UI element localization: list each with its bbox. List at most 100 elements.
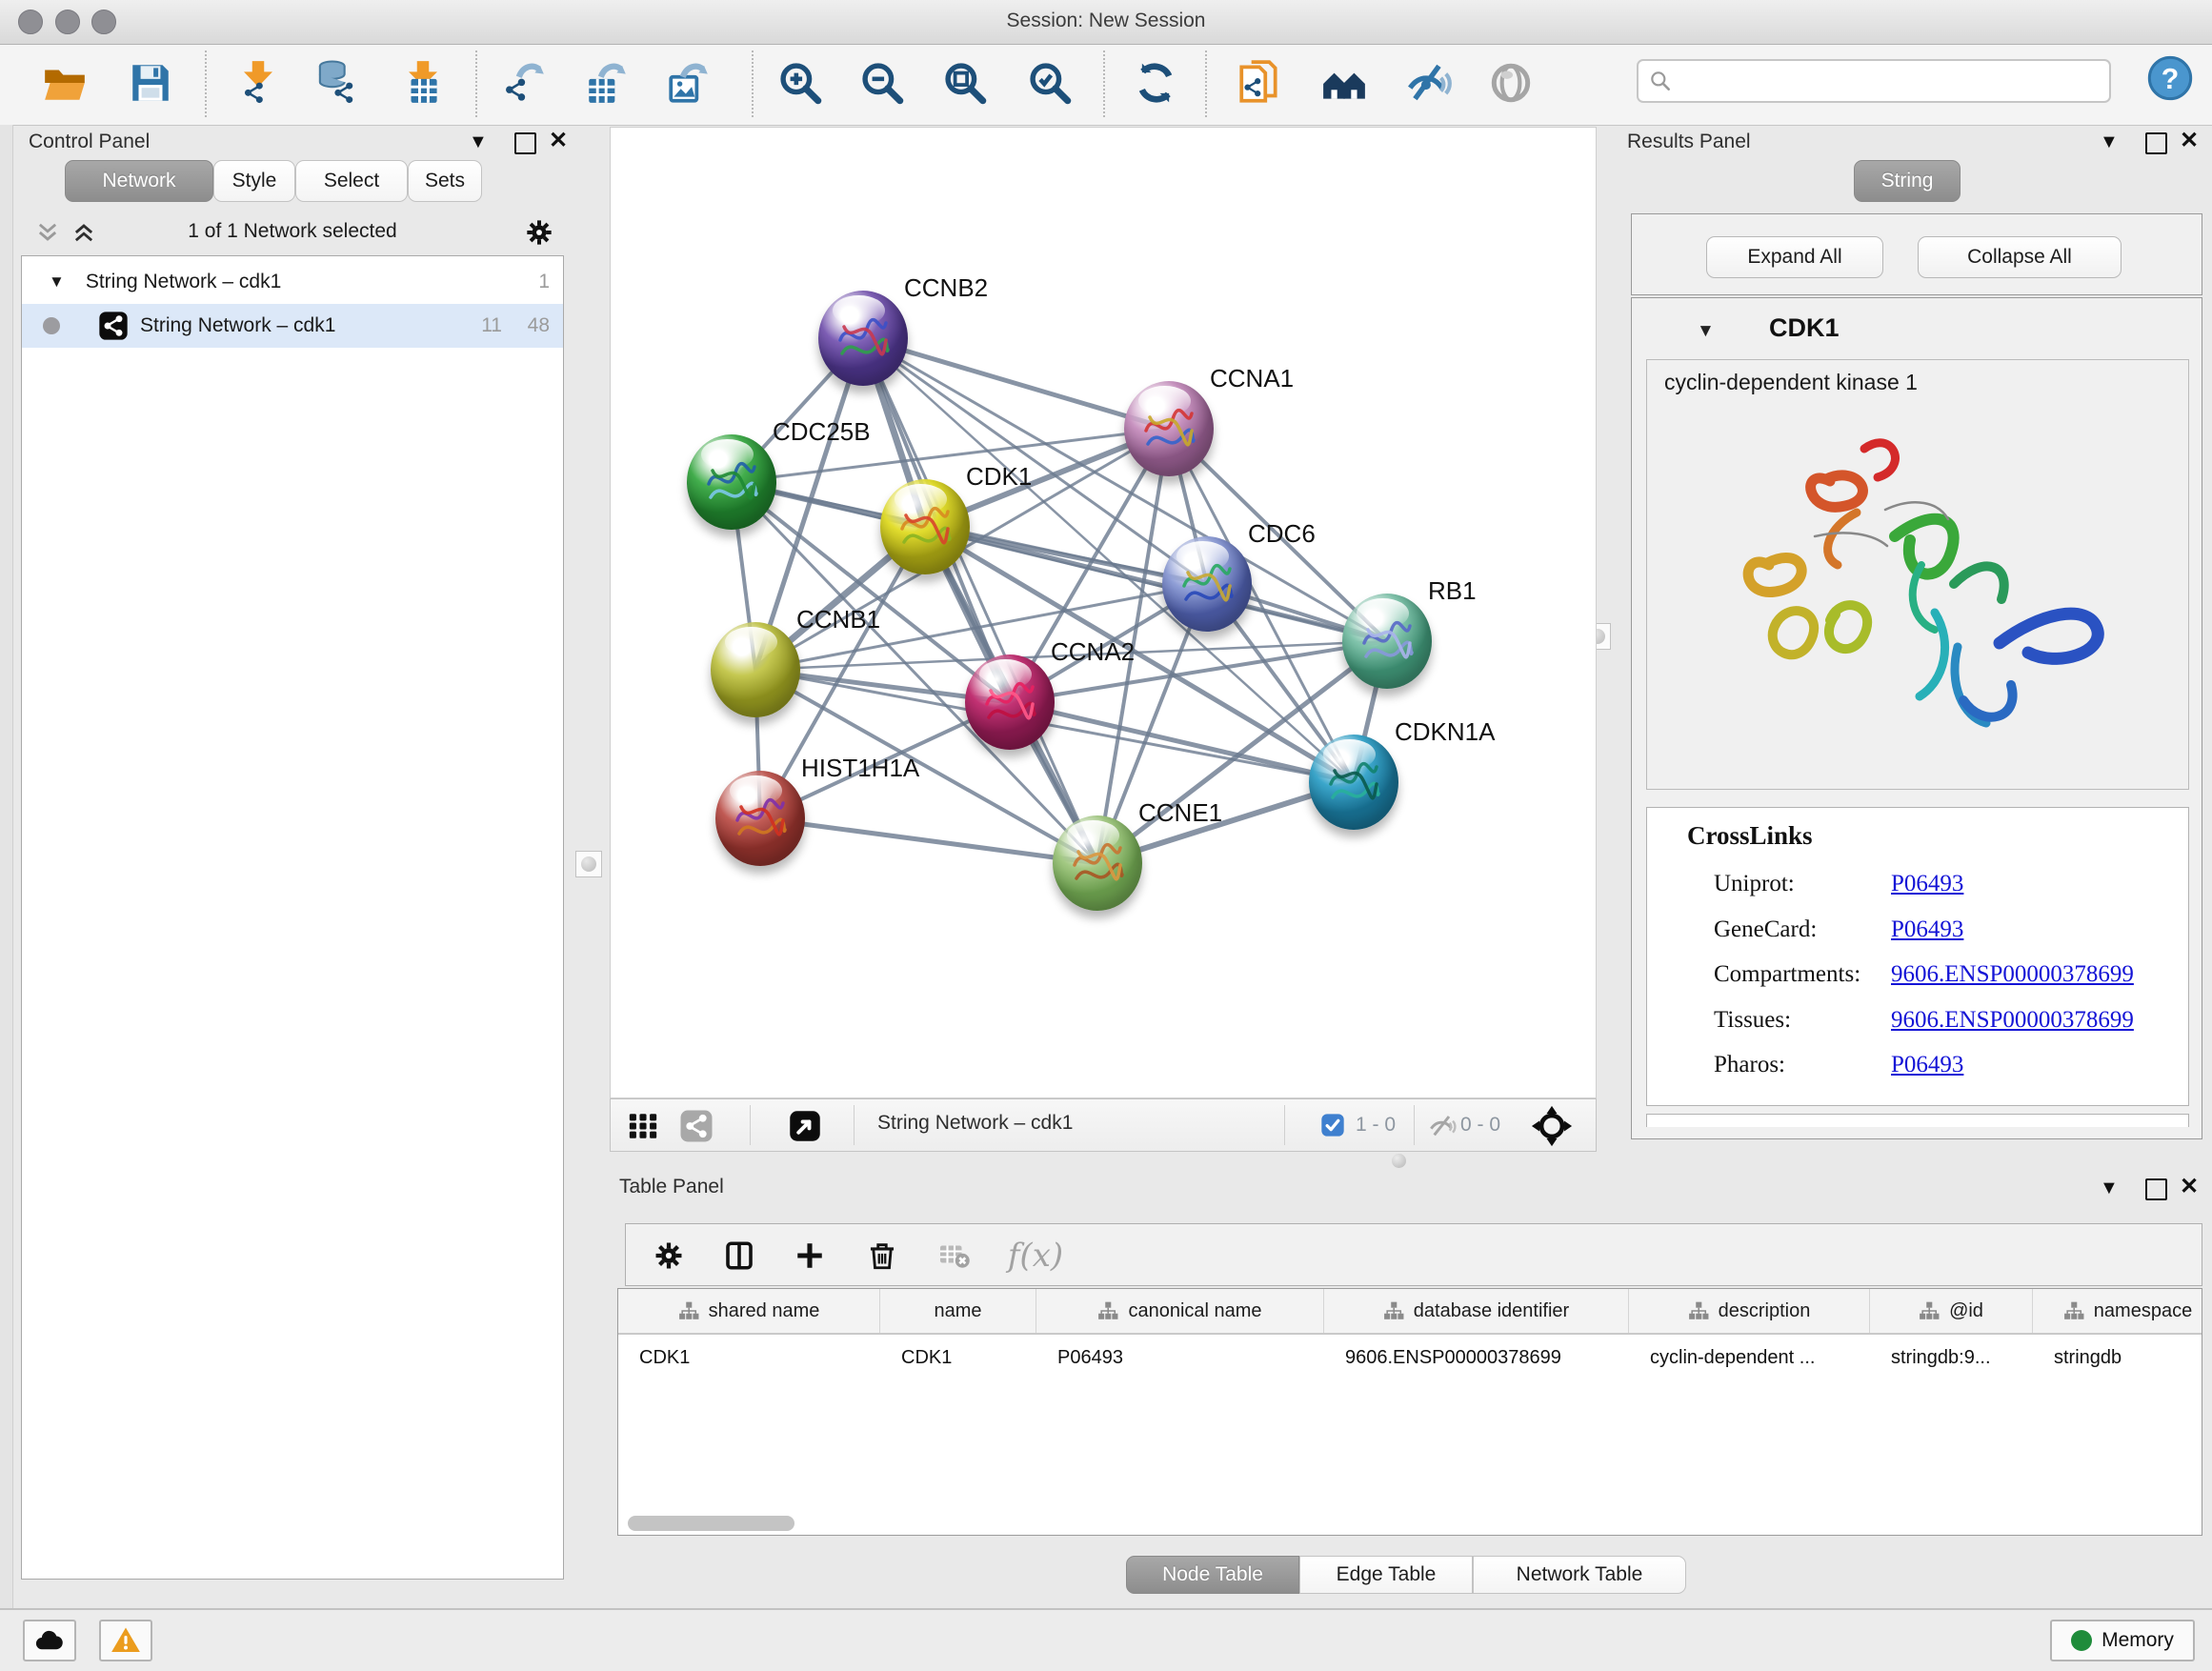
search-input[interactable] (1682, 66, 2109, 96)
control-panel-close-icon[interactable]: ✕ (549, 131, 568, 151)
table-panel-close-icon[interactable]: ✕ (2180, 1177, 2199, 1198)
tab-style[interactable]: Style (213, 160, 295, 202)
table-settings-button[interactable] (643, 1234, 694, 1278)
network-node-cdc25b[interactable] (687, 434, 776, 530)
tab-network-table[interactable]: Network Table (1473, 1556, 1686, 1594)
tab-sets[interactable]: Sets (408, 160, 482, 202)
eye-slash-blue-icon (1404, 56, 1452, 110)
collapse-all-button[interactable]: Collapse All (1918, 236, 2122, 278)
crosslink-link[interactable]: P06493 (1891, 871, 1963, 897)
home-button[interactable] (1315, 49, 1374, 117)
presentation-mode-button[interactable] (1481, 49, 1540, 117)
tab-select[interactable]: Select (295, 160, 408, 202)
network-node-rb1[interactable] (1342, 594, 1432, 689)
table-panel-collapse-icon[interactable]: ▼ (2100, 1178, 2119, 1198)
crosslink-link[interactable]: P06493 (1891, 916, 1963, 943)
zoom-in-icon (776, 56, 824, 110)
table-panel-float-icon[interactable] (2145, 1178, 2167, 1200)
refresh-network-button[interactable] (1126, 49, 1185, 117)
network-canvas[interactable]: CCNB2 CCNA1 CDC25B CDK1 CDC6 RB1 CCNB1 C… (610, 127, 1597, 1098)
tree-root-row[interactable]: ▼ String Network – cdk11 (22, 260, 563, 304)
results-panel-collapse-icon[interactable]: ▼ (2100, 131, 2119, 152)
network-node-hist1h1a[interactable] (715, 771, 805, 866)
column-header-id[interactable]: @id (1870, 1289, 2033, 1333)
hidden-eye-slash-icon[interactable] (1426, 1111, 1457, 1141)
expand-all-button[interactable]: Expand All (1706, 236, 1883, 278)
zoom-out-button[interactable] (853, 49, 912, 117)
network-node-cdc6[interactable] (1162, 536, 1252, 632)
table-cell: stringdb (2033, 1339, 2202, 1377)
birdseye-view-icon[interactable] (788, 1109, 822, 1143)
column-header-description[interactable]: description (1629, 1289, 1870, 1333)
export-image-button[interactable] (659, 49, 718, 117)
string-import-button[interactable] (1230, 49, 1289, 117)
add-column-button[interactable] (784, 1234, 835, 1278)
tab-edge-table[interactable]: Edge Table (1299, 1556, 1473, 1594)
tree-collapse-icon[interactable]: ▼ (49, 272, 65, 292)
function-builder-button[interactable]: f(x) (997, 1234, 1074, 1278)
network-node-cdk1[interactable] (880, 479, 970, 574)
node-structure-thumbnail (1140, 402, 1197, 463)
node-structure-thumbnail (703, 455, 760, 516)
cloud-button[interactable] (23, 1620, 76, 1661)
export-table-button[interactable] (577, 49, 636, 117)
zoom-in-button[interactable] (771, 49, 830, 117)
column-header-sharedname[interactable]: shared name (618, 1289, 880, 1333)
left-splitter-handle[interactable] (575, 851, 602, 877)
help-button[interactable]: ? (2145, 53, 2195, 103)
table-hscrollbar-thumb[interactable] (628, 1516, 794, 1531)
control-panel-collapse-icon[interactable]: ▼ (469, 131, 488, 152)
import-network-from-database-button[interactable] (309, 49, 368, 117)
horizontal-splitter-handle[interactable] (1392, 1154, 1406, 1168)
crosslink-link[interactable]: 9606.ENSP00000378699 (1891, 961, 2134, 988)
crosslink-link[interactable]: 9606.ENSP00000378699 (1891, 1007, 2134, 1034)
network-node-ccne1[interactable] (1053, 815, 1142, 911)
column-header-label: name (934, 1300, 981, 1322)
column-header-databaseidentifier[interactable]: database identifier (1324, 1289, 1629, 1333)
export-table-icon (583, 56, 631, 110)
column-header-name[interactable]: name (880, 1289, 1036, 1333)
network-node-ccnb2[interactable] (818, 291, 908, 386)
network-share-gray-icon[interactable] (679, 1109, 714, 1143)
import-network-from-file-button[interactable] (229, 49, 288, 117)
grid-view-icon[interactable] (627, 1110, 659, 1142)
network-node-ccna1[interactable] (1124, 381, 1214, 476)
open-session-button[interactable] (35, 49, 94, 117)
network-selection-summary: 1 of 1 Network selected (21, 220, 564, 243)
import-table-from-file-button[interactable] (393, 49, 452, 117)
selected-checkbox-icon[interactable] (1319, 1112, 1346, 1138)
export-network-button[interactable] (495, 49, 554, 117)
column-header-canonicalname[interactable]: canonical name (1036, 1289, 1324, 1333)
crosslink-link[interactable]: P06493 (1891, 1052, 1963, 1078)
table-toolbar: f(x) (625, 1223, 2202, 1286)
gene-collapse-icon[interactable]: ▼ (1697, 321, 1715, 342)
control-panel-float-icon[interactable] (514, 132, 536, 154)
save-session-button[interactable] (121, 49, 180, 117)
network-status-dot (43, 317, 60, 334)
results-panel-float-icon[interactable] (2145, 132, 2167, 154)
show-columns-button[interactable] (714, 1234, 765, 1278)
delete-table-button[interactable] (929, 1234, 980, 1278)
zoom-selected-button[interactable] (1020, 49, 1079, 117)
crosslink-label: Tissues: (1714, 1007, 1791, 1034)
trash-icon (866, 1239, 898, 1272)
network-node-ccnb1[interactable] (711, 622, 800, 717)
memory-label: Memory (2101, 1629, 2174, 1652)
results-panel-close-icon[interactable]: ✕ (2180, 131, 2199, 151)
delete-column-button[interactable] (856, 1234, 908, 1278)
network-options-gear-icon[interactable] (524, 217, 554, 248)
tab-node-table[interactable]: Node Table (1126, 1556, 1299, 1594)
pan-crosshair-icon[interactable] (1531, 1105, 1573, 1147)
hide-panels-button[interactable] (1398, 49, 1458, 117)
tab-string[interactable]: String (1854, 160, 1961, 202)
network-node-cdkn1a[interactable] (1309, 735, 1398, 830)
network-node-ccna2[interactable] (965, 654, 1055, 750)
tree-network-row[interactable]: String Network – cdk1 11 48 (22, 304, 563, 348)
columns-icon (722, 1238, 756, 1273)
tab-network[interactable]: Network (65, 160, 213, 202)
fx-icon: f(x) (1008, 1237, 1063, 1275)
column-header-namespace[interactable]: namespace (2033, 1289, 2202, 1333)
warnings-button[interactable] (99, 1620, 152, 1661)
zoom-fit-button[interactable] (935, 49, 995, 117)
memory-button[interactable]: Memory (2050, 1620, 2195, 1661)
